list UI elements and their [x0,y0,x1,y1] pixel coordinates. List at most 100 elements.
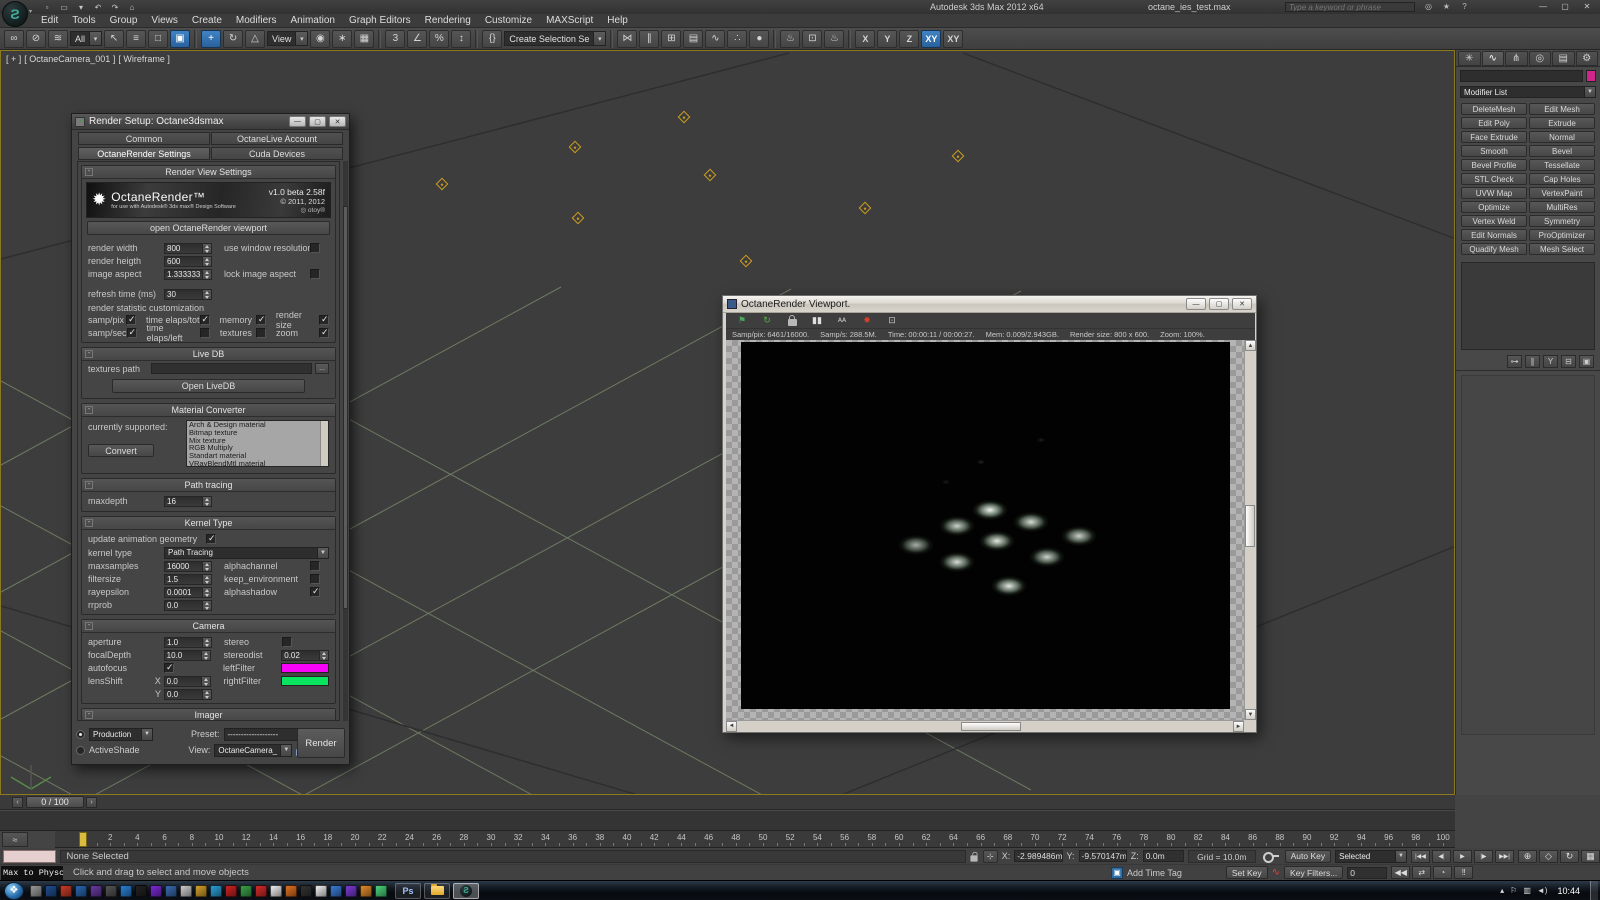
open-mini-curve-editor-button[interactable]: ≈ [2,832,28,847]
rectangular-selection-region-icon[interactable]: □ [148,29,169,48]
quick-launch-icon-8[interactable] [135,884,147,897]
menu-animation[interactable]: Animation [283,15,341,26]
menu-rendering[interactable]: Rendering [418,15,478,26]
save-file-icon[interactable]: ▾ [74,1,88,13]
time-slider-next-arrow[interactable]: › [86,797,97,808]
modifier-button-symmetry[interactable]: Symmetry [1529,215,1595,227]
material-list-item[interactable]: VRayBlendMtl material [187,460,320,466]
select-and-link-icon[interactable]: ∞ [4,29,24,48]
keep-environment-checkbox[interactable] [310,574,320,584]
time-slider-handle[interactable]: 0 / 100 [26,796,84,808]
tray-volume-icon[interactable]: ◄) [1537,886,1548,895]
play-button[interactable]: ▶ [1452,849,1472,863]
rightfilter-color-swatch[interactable] [281,676,330,686]
activeshade-radio[interactable] [76,745,85,755]
quick-launch-icon-6[interactable] [105,884,117,897]
quick-launch-icon-21[interactable] [330,884,342,897]
select-and-move-icon[interactable]: + [201,29,222,48]
kernel-type-dropdown[interactable]: Path Tracing ▼ [164,546,329,559]
collapse-icon[interactable]: - [85,622,93,630]
collapse-icon[interactable]: - [85,481,93,489]
collapse-icon[interactable]: - [85,711,93,719]
select-and-manipulate-icon[interactable]: ∗ [332,29,353,48]
restrict-xy-plane-icon[interactable]: XY [921,29,942,48]
current-frame-field[interactable]: 0 [1347,866,1388,879]
quick-launch-icon-4[interactable] [75,884,87,897]
new-scene-icon[interactable]: ▫ [40,1,54,13]
quick-launch-icon-24[interactable] [375,884,387,897]
zoom-icon[interactable]: ⊕ [1517,849,1537,863]
filtersize-field[interactable]: 1.5 [164,573,212,585]
percent-snap-icon[interactable]: % [429,29,450,48]
quick-launch-icon-2[interactable] [45,884,57,897]
menu-graph-editors[interactable]: Graph Editors [342,15,418,26]
scrollbar-thumb[interactable] [961,722,1021,731]
render-production-icon[interactable]: ♨ [824,29,845,48]
dialog-close-button[interactable]: ✕ [329,116,346,127]
render-size-checkbox[interactable] [319,314,329,325]
selection-filter-dropdown[interactable]: All ▾ [70,31,103,46]
go-to-end-button[interactable]: ▶▶| [1494,849,1514,863]
rollout-header[interactable]: - Path tracing [82,479,335,492]
dialog-scrollbar[interactable] [343,161,348,721]
rollout-header[interactable]: - Material Converter [82,404,335,417]
refresh-time-field[interactable]: 30 [164,288,212,300]
quick-launch-icon-11[interactable] [180,884,192,897]
application-menu-button[interactable]: Ƨ [2,1,28,27]
modifier-button-optimize[interactable]: Optimize [1461,201,1527,213]
tray-action-center-icon[interactable]: ⚐ [1510,886,1517,895]
material-editor-icon[interactable]: ● [749,29,770,48]
schematic-view-icon[interactable]: ∴ [727,29,748,48]
quick-launch-icon-10[interactable] [165,884,177,897]
render-setup-icon[interactable]: ♨ [780,29,801,48]
taskbar-3dsmax-button[interactable]: Ƨ [453,882,479,899]
time-slider-previous-arrow[interactable]: ‹ [12,797,23,808]
key-mode-toggle-icon[interactable]: ⇄ [1412,866,1432,879]
stereo-checkbox[interactable] [282,637,292,647]
modifier-button-edit-normals[interactable]: Edit Normals [1461,229,1527,241]
samp-pix-checkbox[interactable] [126,314,136,325]
octane-close-button[interactable]: ✕ [1232,298,1252,310]
tab-create[interactable]: ✳ [1458,51,1481,66]
rendered-frame-window-icon[interactable]: ⊡ [802,29,823,48]
modifier-button-stl-check[interactable]: STL Check [1461,173,1527,185]
lensshift-x-field[interactable]: 0.0 [163,675,212,687]
tray-network-icon[interactable]: ▥ [1523,886,1531,895]
quick-launch-icon-13[interactable] [210,884,222,897]
tab-hierarchy[interactable]: ⋔ [1505,51,1528,66]
octane-minimize-button[interactable]: — [1186,298,1206,310]
menu-customize[interactable]: Customize [478,15,539,26]
aperture-field[interactable]: 1.0 [164,636,212,648]
collapse-icon[interactable]: - [85,350,93,358]
modifier-button-vertexpaint[interactable]: VertexPaint [1529,187,1595,199]
remove-modifier-icon[interactable]: ⊟ [1561,355,1576,368]
octane-vertical-scrollbar[interactable]: ▲ ▼ [1244,340,1256,720]
close-window-button[interactable]: ✕ [1578,1,1596,12]
taskbar-photoshop-button[interactable]: Ps [395,882,421,899]
alphachannel-checkbox[interactable] [310,561,320,571]
z-coordinate-field[interactable]: 0.0m [1142,850,1184,862]
collapse-icon[interactable]: - [85,168,93,176]
stereodist-field[interactable]: 0.02 [281,649,330,661]
viewport-pov-menu[interactable]: [ + ] [6,54,21,64]
render-setup-title-bar[interactable]: ◔ Render Setup: Octane3dsmax — ▢ ✕ [72,114,349,130]
collapse-icon[interactable]: - [85,406,93,414]
samp-sec-checkbox[interactable] [126,327,137,338]
y-coordinate-field[interactable]: -9.570147m [1078,850,1127,862]
current-frame-marker[interactable] [79,832,87,847]
mirror-icon[interactable]: ⋈ [617,29,638,48]
time-slider-track[interactable]: ‹ 0 / 100 › [0,795,1455,810]
reference-coordinate-dropdown[interactable]: View ▾ [267,31,309,46]
open-file-icon[interactable]: ▭ [57,1,71,13]
browse-button[interactable]: ... [315,363,329,374]
restrict-z-icon[interactable]: Z [899,29,920,48]
pin-stack-icon[interactable]: ⊶ [1507,355,1522,368]
dialog-maximize-button[interactable]: ▢ [309,116,326,127]
help-icon[interactable]: ? [1458,1,1471,12]
modifier-list-dropdown[interactable]: Modifier List ▼ [1460,86,1596,98]
textures-path-field[interactable] [151,363,312,374]
unlink-selection-icon[interactable]: ⊘ [26,29,46,48]
modifier-button-smooth[interactable]: Smooth [1461,145,1527,157]
textures-checkbox[interactable] [255,328,266,338]
menu-views[interactable]: Views [144,15,185,26]
